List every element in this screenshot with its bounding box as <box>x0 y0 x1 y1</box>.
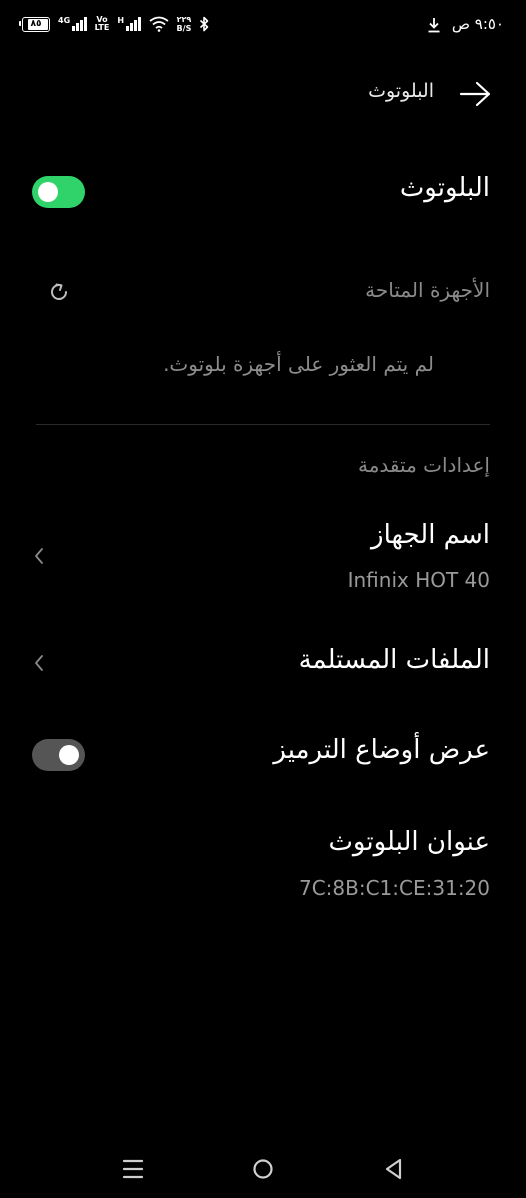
status-icons: ٨٥ 4G Vo LTE H ٢٢٩ B/S <box>19 15 209 33</box>
volte-bottom: LTE <box>94 23 110 32</box>
net-h-label: H <box>117 16 125 25</box>
volte-icon: Vo LTE <box>95 16 110 32</box>
network-speed-unit: B/S <box>176 24 192 33</box>
bluetooth-address-value: 7C:8B:C1:CE:31:20 <box>298 876 490 900</box>
signal-4g-icon: 4G <box>58 17 87 31</box>
available-devices-label: الأجهزة المتاحة <box>365 278 490 302</box>
chevron-left-icon <box>35 655 43 671</box>
battery-icon: ٨٥ <box>19 16 50 32</box>
toggle-knob <box>59 745 79 765</box>
back-icon[interactable] <box>381 1156 407 1182</box>
bluetooth-status-icon <box>200 16 209 32</box>
section-divider <box>36 424 490 425</box>
show-codecs-toggle[interactable] <box>32 739 85 771</box>
network-speed: ٢٢٩ B/S <box>177 15 192 33</box>
status-bar: ٨٥ 4G Vo LTE H ٢٢٩ B/S ٩:٥٠ ص <box>0 0 526 52</box>
device-name-value: Infinix HOT 40 <box>347 568 490 592</box>
toggle-knob <box>38 182 58 202</box>
clock: ٩:٥٠ ص <box>451 15 504 33</box>
bluetooth-toggle[interactable] <box>32 176 85 208</box>
advanced-settings-label: إعدادات متقدمة <box>358 453 490 477</box>
signal-h-icon: H <box>117 16 141 31</box>
no-devices-message: لم يتم العثور على أجهزة بلوتوث. <box>163 352 434 376</box>
device-name-title: اسم الجهاز <box>371 520 490 550</box>
net-4g-label: 4G <box>58 16 71 25</box>
menu-icon[interactable] <box>120 1156 146 1182</box>
bluetooth-address-title: عنوان البلوتوث <box>328 827 490 857</box>
home-icon[interactable] <box>250 1156 276 1182</box>
chevron-left-icon <box>35 548 43 564</box>
battery-level: ٨٥ <box>30 19 42 29</box>
wifi-icon <box>148 16 169 32</box>
show-codecs-title: عرض أوضاع الترميز <box>273 735 490 765</box>
back-arrow-icon[interactable] <box>458 80 492 108</box>
network-speed-value: ٢٢٩ <box>176 15 192 24</box>
refresh-icon[interactable] <box>47 280 71 304</box>
page-title: البلوتوث <box>368 80 434 102</box>
bluetooth-label: البلوتوث <box>399 173 490 203</box>
download-icon <box>428 18 440 33</box>
received-files-title: الملفات المستلمة <box>298 645 490 675</box>
